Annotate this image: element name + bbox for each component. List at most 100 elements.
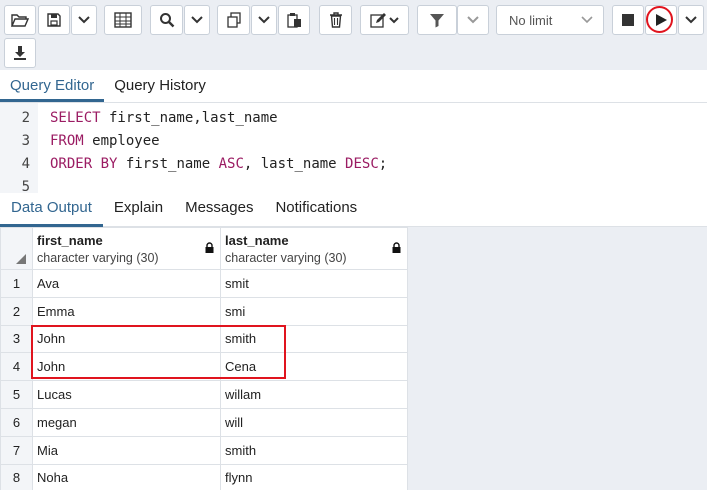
- rows-highlight-box: [31, 325, 286, 379]
- sql-editor[interactable]: 2 SELECT first_name,last_name 3 FROM employ…: [0, 102, 707, 195]
- column-header-last-name[interactable]: last_name character varying (30): [220, 227, 408, 270]
- code-text: FROM employee: [50, 130, 160, 153]
- corner-triangle-icon: [16, 254, 26, 264]
- sql-keyword: ORDER BY: [50, 156, 118, 172]
- cell-last-name[interactable]: will: [220, 407, 408, 437]
- line-number: 2: [21, 110, 30, 126]
- download-icon: [14, 46, 26, 60]
- row-number[interactable]: 8: [0, 463, 33, 490]
- lock-icon: [205, 242, 214, 253]
- column-type: character varying (30): [225, 251, 347, 265]
- cell-first-name[interactable]: megan: [32, 407, 221, 437]
- chevron-down-icon: [258, 16, 270, 24]
- save-button[interactable]: [38, 5, 70, 35]
- sql-text: , last_name: [243, 156, 346, 172]
- pencil-icon: [369, 13, 399, 28]
- search-icon: [159, 13, 174, 28]
- row-limit-value: No limit: [509, 12, 553, 28]
- table-row[interactable]: 5 Lucas willam: [0, 380, 408, 409]
- sql-keyword: SELECT: [50, 110, 101, 126]
- grid-corner[interactable]: [0, 227, 33, 270]
- cell-last-name[interactable]: smi: [220, 296, 408, 326]
- stop-icon: [622, 14, 634, 26]
- row-number[interactable]: 7: [0, 435, 33, 465]
- query-toolbar: No limit: [0, 0, 707, 70]
- cell-first-name[interactable]: Mia: [32, 435, 221, 465]
- cell-last-name[interactable]: flynn: [220, 463, 408, 490]
- stop-button[interactable]: [612, 5, 644, 35]
- filter-icon: [430, 14, 444, 28]
- column-name: last_name: [225, 233, 289, 248]
- filter-button[interactable]: [417, 5, 457, 35]
- cell-first-name[interactable]: Noha: [32, 463, 221, 490]
- editor-tabs: Query Editor Query History: [0, 70, 216, 102]
- filter-dropdown-button[interactable]: [457, 5, 489, 35]
- table-row[interactable]: 2 Emma smi: [0, 296, 408, 326]
- chevron-down-icon: [78, 16, 90, 24]
- row-limit-select[interactable]: No limit: [496, 5, 604, 35]
- row-number[interactable]: 5: [0, 380, 33, 409]
- column-name: first_name: [37, 233, 103, 248]
- tab-query-history[interactable]: Query History: [104, 70, 216, 102]
- download-button[interactable]: [4, 38, 36, 68]
- tab-explain[interactable]: Explain: [103, 193, 174, 227]
- folder-open-icon: [11, 14, 29, 27]
- execute-dropdown-button[interactable]: [678, 5, 704, 35]
- paste-button[interactable]: [278, 5, 310, 35]
- sql-text: ;: [378, 156, 388, 172]
- row-number[interactable]: 6: [0, 407, 33, 437]
- trash-icon: [329, 12, 342, 28]
- cell-first-name[interactable]: Emma: [32, 296, 221, 326]
- sql-text: first_name,last_name: [100, 110, 278, 126]
- edit-grid-button[interactable]: [104, 5, 142, 35]
- sql-keyword: ASC: [218, 156, 244, 172]
- grid-icon: [114, 12, 132, 28]
- cell-first-name[interactable]: Lucas: [32, 380, 221, 409]
- chevron-down-icon: [467, 16, 479, 24]
- chevron-down-icon: [581, 16, 593, 24]
- tab-query-editor[interactable]: Query Editor: [0, 70, 105, 102]
- execute-highlight-circle: [646, 6, 673, 33]
- table-row[interactable]: 1 Ava smit: [0, 269, 408, 298]
- chevron-down-icon: [685, 16, 697, 24]
- code-line: 3 FROM employee: [0, 130, 707, 153]
- code-text: ORDER BY first_name ASC, last_name DESC;: [50, 153, 387, 176]
- cell-last-name[interactable]: smit: [220, 269, 408, 298]
- lock-icon: [392, 242, 401, 253]
- cell-last-name[interactable]: smith: [220, 435, 408, 465]
- sql-text: employee: [83, 133, 160, 149]
- table-row[interactable]: 7 Mia smith: [0, 435, 408, 465]
- output-tabs: Data Output Explain Messages Notificatio…: [0, 193, 707, 227]
- row-number[interactable]: 3: [0, 324, 33, 354]
- row-number[interactable]: 1: [0, 269, 33, 298]
- chevron-down-icon: [191, 16, 203, 24]
- copy-icon: [226, 12, 241, 28]
- column-type: character varying (30): [37, 251, 159, 265]
- code-text: SELECT first_name,last_name: [50, 107, 278, 130]
- sql-keyword: DESC: [345, 156, 379, 172]
- line-number: 3: [21, 133, 30, 149]
- tab-notifications[interactable]: Notifications: [264, 193, 368, 227]
- save-dropdown-button[interactable]: [71, 5, 97, 35]
- cell-first-name[interactable]: Ava: [32, 269, 221, 298]
- open-file-button[interactable]: [4, 5, 36, 35]
- sql-text: first_name: [117, 156, 219, 172]
- find-dropdown-button[interactable]: [184, 5, 210, 35]
- paste-icon: [287, 13, 301, 28]
- table-row[interactable]: 8 Noha flynn: [0, 463, 408, 490]
- table-row[interactable]: 6 megan will: [0, 407, 408, 437]
- copy-dropdown-button[interactable]: [251, 5, 277, 35]
- line-number: 4: [21, 156, 30, 172]
- cell-last-name[interactable]: willam: [220, 380, 408, 409]
- column-header-first-name[interactable]: first_name character varying (30): [32, 227, 221, 270]
- save-icon: [47, 13, 61, 27]
- sql-keyword: FROM: [50, 133, 84, 149]
- find-button[interactable]: [150, 5, 183, 35]
- row-number[interactable]: 2: [0, 296, 33, 326]
- tab-messages[interactable]: Messages: [174, 193, 264, 227]
- row-number[interactable]: 4: [0, 352, 33, 382]
- delete-button[interactable]: [319, 5, 352, 35]
- copy-button[interactable]: [217, 5, 250, 35]
- edit-button[interactable]: [360, 5, 409, 35]
- tab-data-output[interactable]: Data Output: [0, 193, 103, 227]
